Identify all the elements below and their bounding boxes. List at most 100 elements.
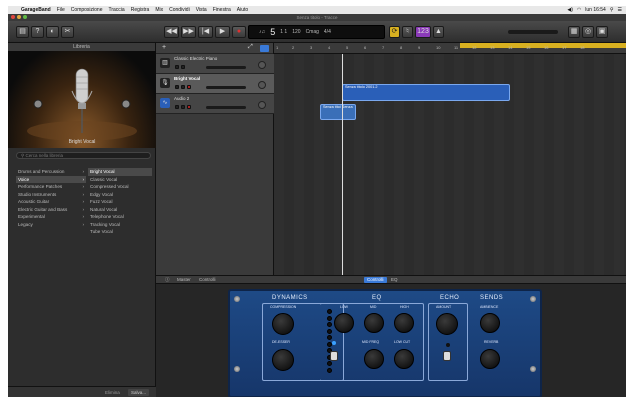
media-browser-icon[interactable]: ▣ [596,26,608,38]
track-volume-slider[interactable] [206,86,246,89]
patch-item[interactable]: Natural Vocal [88,206,152,214]
tab-smart-controls[interactable]: Controlli [364,277,387,283]
volume-icon[interactable]: ◀) [567,7,573,13]
category-item[interactable]: Drums and Percussion › [16,168,86,176]
patch-item[interactable]: Edgy Vocal [88,191,152,199]
cycle-region[interactable] [460,43,626,48]
ambience-knob[interactable] [480,313,500,333]
menu-condividi[interactable]: Condividi [166,7,193,13]
rewind-icon[interactable]: ◀◀ [164,26,179,38]
menu-composizione[interactable]: Composizione [68,7,106,13]
minimize-icon[interactable] [17,15,21,19]
reverb-knob[interactable] [480,349,500,369]
patch-item[interactable]: Bright Vocal [88,168,152,176]
compression-knob[interactable] [272,313,294,335]
patch-item[interactable]: Telephone Vocal [88,213,152,221]
echo-amount-knob[interactable] [436,313,458,335]
mute-button[interactable] [175,105,179,109]
zoom-icon[interactable] [23,15,27,19]
track-header[interactable]: 🎙 Bright Vocal [156,74,274,94]
mid-knob[interactable] [364,313,384,333]
category-item[interactable]: Legacy › [16,221,86,229]
low-knob[interactable] [334,313,354,333]
tab-eq[interactable]: EQ [388,277,401,283]
record-enable-button[interactable] [187,105,191,109]
menu-file[interactable]: File [54,7,68,13]
mute-button[interactable] [175,85,179,89]
track-pan-knob[interactable] [258,81,266,89]
go-to-start-icon[interactable]: |◀ [198,26,213,38]
patch-item[interactable]: Classic Vocal [88,176,152,184]
timeline-ruler[interactable]: 1 2 3 4 5 6 7 8 9 10 11 12 13 14 15 16 1… [274,43,626,54]
mid-freq-knob[interactable] [364,349,384,369]
track-lanes[interactable]: Senza titolo 2001.2 Senza titol Senza [274,54,626,275]
loops-icon[interactable]: ◎ [582,26,594,38]
track-pan-knob[interactable] [258,61,266,69]
eq-switch[interactable] [330,351,338,361]
patch-item[interactable]: Compressed Vocal [88,183,152,191]
track-pan-knob[interactable] [258,101,266,109]
playhead[interactable] [342,54,343,275]
editors-icon[interactable]: ✂ [61,26,74,38]
track-header[interactable]: ▥ Classic Electric Piano [156,54,274,74]
track-header[interactable]: ∿ Audio 2 [156,94,274,114]
automation-icon[interactable]: ⤢ [248,44,253,51]
category-item[interactable]: Electric Guitar and Bass › [16,206,86,214]
help-icon[interactable]: ? [31,26,44,38]
mute-button[interactable] [175,65,179,69]
master-volume-slider[interactable] [508,30,558,34]
library-search-input[interactable]: ⚲ Cerca nella libreria [16,152,151,159]
track-volume-slider[interactable] [206,66,246,69]
search-icon[interactable]: ⚲ [610,7,614,13]
solo-button[interactable] [181,105,185,109]
tuner-icon[interactable]: ♮ [402,26,413,38]
record-enable-button[interactable] [187,85,191,89]
menu-aiuto[interactable]: Aiuto [234,7,251,13]
record-icon[interactable]: ● [232,26,246,38]
category-item[interactable]: Experimental › [16,213,86,221]
menu-registra[interactable]: Registra [128,7,153,13]
menu-mix[interactable]: Mix [152,7,166,13]
list-icon[interactable]: ☰ [618,7,622,13]
category-item[interactable]: Voice › [16,175,86,183]
cycle-icon[interactable]: ⟳ [389,26,400,38]
flex-icon[interactable] [260,45,269,52]
close-icon[interactable] [11,15,15,19]
library-icon[interactable]: ▤ [16,26,29,38]
tab-master[interactable]: Master [174,277,194,283]
menu-garageband[interactable]: GarageBand [18,7,54,13]
lcd-mode-icon[interactable]: ♪♫ [259,29,265,35]
patch-item[interactable]: Tube Vocal [88,228,152,236]
menu-vista[interactable]: Vista [193,7,210,13]
echo-switch[interactable] [443,351,451,361]
wifi-icon[interactable]: ◠ [577,7,581,13]
menu-finestra[interactable]: Finestra [210,7,234,13]
forward-icon[interactable]: ▶▶ [181,26,196,38]
revert-button[interactable]: Elimina [102,389,123,396]
play-icon[interactable]: ▶ [215,26,230,38]
count-in-icon[interactable]: 123 [415,26,431,38]
solo-button[interactable] [181,65,185,69]
de-esser-knob[interactable] [272,349,294,371]
category-item[interactable]: Performance Patches › [16,183,86,191]
patch-item[interactable]: Tracking Vocal [88,221,152,229]
low-cut-knob[interactable] [394,349,414,369]
track-volume-slider[interactable] [206,106,246,109]
lcd-display[interactable]: ♪♫ 5 1 1 120 Cmag 4/4 [248,25,385,39]
notepad-icon[interactable]: ▦ [568,26,580,38]
tab-controls[interactable]: Controlli [196,277,219,283]
patch-item[interactable]: Fuzz Vocal [88,198,152,206]
add-track-icon[interactable]: + [162,44,166,51]
category-item[interactable]: Studio Instruments › [16,191,86,199]
smart-controls-icon[interactable]: ◐ [46,26,59,38]
audio-region[interactable]: Senza titolo 2001.2 [342,84,510,101]
high-knob[interactable] [394,313,414,333]
solo-button[interactable] [181,85,185,89]
save-button[interactable]: Salva... [128,389,150,396]
info-icon[interactable]: ⓘ [162,277,173,283]
menu-traccia[interactable]: Traccia [105,7,127,13]
audio-region[interactable]: Senza titol Senza [320,104,356,120]
category-item[interactable]: Acoustic Guitar › [16,198,86,206]
metronome-icon[interactable]: ▲ [433,26,444,38]
clock[interactable]: lun 16:54 [585,7,606,13]
